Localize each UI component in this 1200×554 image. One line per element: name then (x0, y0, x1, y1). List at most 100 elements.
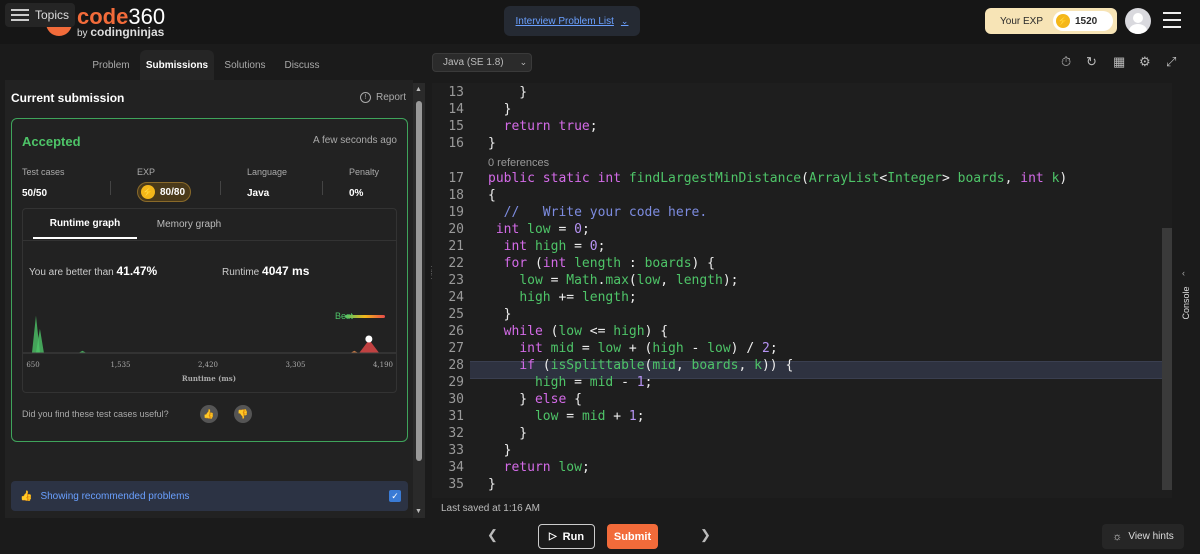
line-number: 34 (448, 460, 464, 475)
tab-problem[interactable]: Problem (84, 50, 138, 80)
play-icon: ▷ (548, 531, 557, 542)
tab-discuss[interactable]: Discuss (276, 50, 328, 80)
code-line: int low = 0; (495, 222, 590, 237)
line-number: 14 (448, 102, 464, 117)
runtime-chart: Best 650 1,535 2,420 3,305 4,190 Runtime (ms… (23, 311, 396, 383)
run-button[interactable]: ▷ Run (538, 524, 595, 549)
code-editor[interactable]: 13 14 15 16 17 18 19 20 21 22 23 24 25 26 27 28 29 30 31 32… (432, 83, 1172, 498)
runtime-value: 4047 ms (262, 264, 310, 278)
report-label: Report (376, 92, 407, 103)
console-toggle[interactable]: ‹ Console (1176, 268, 1196, 338)
recommended-toggle[interactable]: 👍 Showing recommended problems ✓ (11, 481, 408, 511)
lightbulb-icon: ☼ (1112, 530, 1123, 543)
menu-icon[interactable] (1163, 12, 1181, 33)
submission-card: Accepted A few seconds ago Test cases 50… (11, 118, 408, 442)
logo-brand: codingninjas (90, 25, 165, 39)
tab-submissions[interactable]: Submissions (140, 50, 214, 80)
code-line: return low; (503, 460, 590, 475)
useful-prompt: Did you find these test cases useful? (22, 409, 169, 419)
line-number: 28 (448, 358, 464, 373)
code-line: low = Math.max(low, length); (519, 273, 739, 288)
report-button[interactable]: ! Report (360, 92, 406, 103)
problem-list-dropdown[interactable]: Interview Problem List ⌄ (504, 6, 640, 36)
bolt-icon: ⚡ (141, 185, 155, 199)
better-value: 41.47% (116, 264, 158, 278)
scroll-down-icon[interactable]: ▼ (415, 508, 422, 515)
line-number: 35 (448, 477, 464, 492)
runtime: Runtime 4047 ms (222, 264, 309, 278)
exp-stat-label: EXP (137, 167, 156, 177)
exp-badge[interactable]: Your EXP ⚡ 1520 (985, 8, 1117, 34)
timer-icon[interactable]: ⏱ (1061, 54, 1071, 70)
code-line: { (488, 188, 496, 203)
code-line: } (488, 307, 512, 322)
gear-icon[interactable]: ⚙ (1139, 54, 1151, 70)
better-than: You are better than 41.47% (29, 264, 157, 278)
penalty-label: Penalty (349, 167, 380, 177)
line-number: 19 (448, 205, 464, 220)
legend-gradient (345, 315, 385, 318)
code-line: high += length; (519, 290, 637, 305)
thumbs-down-icon[interactable]: 👎 (234, 405, 252, 423)
code-line: } (488, 85, 528, 100)
line-number: 16 (448, 136, 464, 151)
topics-label: Topics (35, 8, 70, 22)
code-line: // Write your code here. (503, 205, 708, 220)
left-scrollbar[interactable]: ▲ ▼ (413, 83, 425, 518)
editor-scrollbar[interactable] (1162, 228, 1172, 490)
topics-button[interactable]: Topics (5, 3, 75, 27)
x-axis-label: Runtime (ms) (182, 374, 236, 383)
language-select[interactable]: Java (SE 1.8) ⌄ (432, 53, 532, 72)
thumbs-up-icon[interactable]: 👍 (200, 405, 218, 423)
code-line: if (isSplittable(mid, boards, k)) { (519, 358, 794, 373)
code-line: high = mid - 1; (534, 375, 653, 390)
thumbs-up-icon: 👍 (20, 490, 33, 502)
exp-value: 1520 (1075, 15, 1098, 27)
line-number: 29 (448, 375, 464, 390)
hints-label: View hints (1128, 531, 1174, 542)
divider (220, 181, 221, 195)
reset-icon[interactable]: ↻ (1086, 54, 1097, 70)
run-label: Run (562, 530, 585, 543)
console-label: Console (1181, 286, 1191, 320)
view-hints-button[interactable]: ☼ View hints (1102, 524, 1184, 549)
line-number: 27 (448, 341, 464, 356)
checkbox-icon[interactable]: ✓ (389, 490, 401, 502)
code-line: return true; (503, 119, 598, 134)
test-cases-value: 50/50 (22, 188, 48, 199)
divider (110, 181, 111, 195)
chevron-right-icon[interactable]: ❯ (700, 527, 711, 543)
line-number: 15 (448, 119, 464, 134)
current-runtime-marker (365, 335, 373, 343)
language-value: Java (247, 188, 270, 199)
logo-by: by (77, 28, 88, 39)
penalty-value: 0% (349, 188, 364, 199)
line-number: 23 (448, 273, 464, 288)
code-line: } (488, 102, 512, 117)
chevron-down-icon: ⌄ (620, 15, 629, 26)
scroll-up-icon[interactable]: ▲ (415, 86, 422, 93)
fullscreen-icon[interactable]: ⤢ (1166, 54, 1176, 70)
line-number: 17 (448, 171, 464, 186)
code-references: 0 references (488, 157, 550, 169)
bottom-bar (0, 518, 1200, 554)
line-number: 20 (448, 222, 464, 237)
avatar[interactable] (1125, 8, 1151, 34)
better-label: You are better than (29, 267, 114, 278)
code-line: } (488, 136, 496, 151)
layout-icon[interactable]: ▦ (1113, 54, 1125, 70)
line-number: 32 (448, 426, 464, 441)
line-number: 13 (448, 85, 464, 100)
tab-solutions[interactable]: Solutions (218, 50, 272, 80)
tab-memory-graph[interactable]: Memory graph (141, 209, 237, 239)
line-number: 30 (448, 392, 464, 407)
chevron-left-icon[interactable]: ❮ (487, 527, 498, 543)
scroll-thumb[interactable] (416, 101, 422, 461)
exp-stat-value: 80/80 (160, 186, 186, 198)
top-bar: ← C code360 by codingninjas Interview Pr… (0, 0, 1200, 44)
line-number: 31 (448, 409, 464, 424)
submit-button[interactable]: Submit (607, 524, 658, 549)
submission-time: A few seconds ago (313, 135, 397, 146)
tab-runtime-graph[interactable]: Runtime graph (33, 209, 137, 239)
problem-list-label: Interview Problem List (515, 15, 614, 27)
